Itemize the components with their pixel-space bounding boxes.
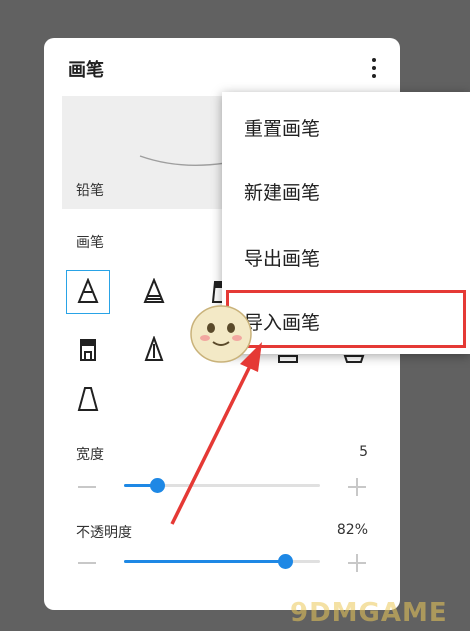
red-arrow (170, 342, 262, 525)
watermark: 9DMGAME (290, 598, 448, 628)
